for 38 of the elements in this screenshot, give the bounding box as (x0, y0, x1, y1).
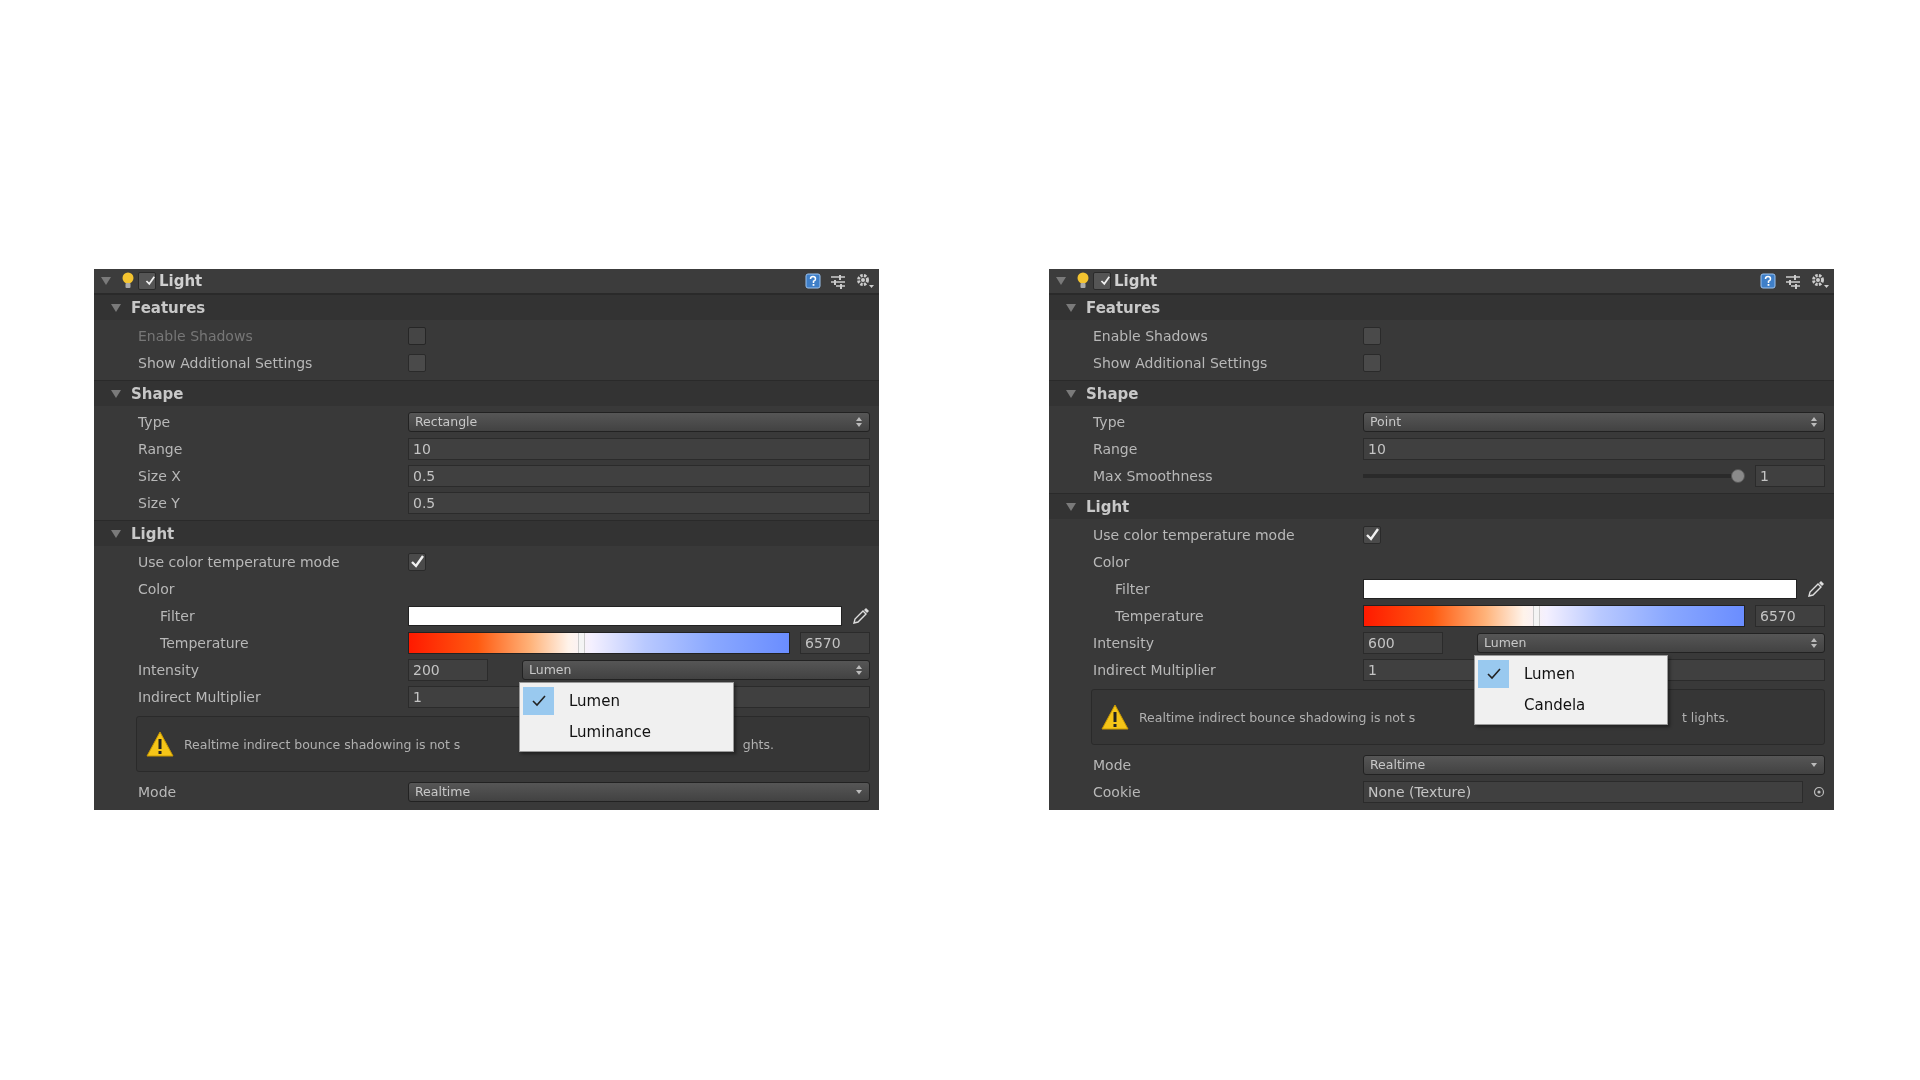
field-label: Show Additional Settings (1093, 354, 1269, 371)
section-title: Features (131, 298, 206, 317)
field-label: Mode (1093, 756, 1133, 773)
field-label: Enable Shadows (138, 327, 254, 344)
section-title: Light (131, 524, 175, 543)
field-label: Enable Shadows (1093, 327, 1209, 344)
section-title: Features (1086, 298, 1161, 317)
field-label: Show Additional Settings (138, 354, 314, 371)
field-label: Color (1093, 553, 1131, 570)
section-title: Shape (1086, 384, 1139, 403)
help-text: Realtime indirect bounce shadowing is not s (1139, 709, 1416, 725)
help-text: t lights. (1681, 709, 1729, 725)
field-label: Type (1093, 413, 1127, 430)
field-label: Cookie (1093, 783, 1142, 800)
field-label: Intensity (138, 661, 200, 678)
field-label: Intensity (1093, 634, 1155, 651)
section-title: Shape (131, 384, 184, 403)
component-title: Light (159, 272, 203, 290)
field-label: Filter (1114, 580, 1151, 597)
field-label: Temperature (1114, 607, 1205, 624)
field-label: Max Smoothness (1093, 467, 1214, 484)
field-label: Temperature (159, 634, 250, 651)
field-label: Indirect Multiplier (138, 688, 262, 705)
field-label: Use color temperature mode (138, 553, 341, 570)
field-label: Indirect Multiplier (1093, 661, 1217, 678)
help-text: Realtime indirect bounce shadowing is not s (184, 736, 461, 752)
field-label: Color (138, 580, 176, 597)
field-label: Filter (159, 607, 196, 624)
field-label: Size Y (138, 494, 181, 511)
component-title: Light (1114, 272, 1158, 290)
field-label: Range (1093, 440, 1139, 457)
section-title: Light (1086, 497, 1130, 516)
field-label: Size X (138, 467, 182, 484)
field-label: Use color temperature mode (1093, 526, 1296, 543)
help-text: ghts. (742, 736, 774, 752)
field-label: Type (138, 413, 172, 430)
field-label: Range (138, 440, 184, 457)
field-label: Mode (138, 783, 178, 800)
